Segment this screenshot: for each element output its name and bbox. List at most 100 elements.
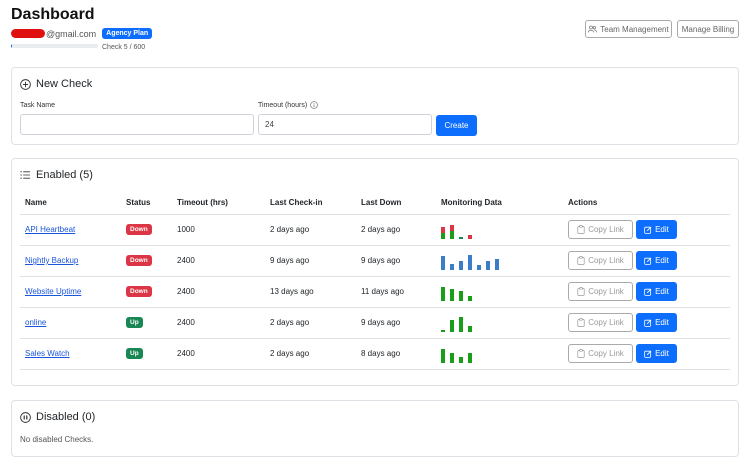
monitoring-bar	[468, 295, 472, 301]
monitoring-sparkbars	[441, 345, 563, 363]
check-name-link[interactable]: Sales Watch	[25, 349, 70, 358]
cell-actions: Copy Link Edit	[563, 245, 730, 277]
table-row: Sales Watch Up 2400 2 days ago 8 days ago Cop…	[20, 338, 730, 370]
monitoring-bar	[441, 286, 445, 301]
check-usage-fill	[11, 44, 12, 48]
create-button[interactable]: Create	[436, 115, 477, 136]
copy-link-button[interactable]: Copy Link	[568, 313, 633, 332]
copy-link-label: Copy Link	[588, 318, 624, 327]
cell-last-down: 11 days ago	[356, 276, 436, 308]
edit-label: Edit	[655, 225, 669, 234]
timeout-label: Timeout (hours)	[258, 101, 318, 109]
info-icon[interactable]	[310, 101, 318, 109]
page-title: Dashboard	[11, 6, 95, 23]
clipboard-icon	[577, 349, 585, 358]
clipboard-icon	[577, 225, 585, 234]
monitoring-bar	[486, 260, 490, 270]
check-usage-text: Check 5 / 600	[102, 44, 146, 51]
people-icon	[588, 25, 598, 33]
cell-last-checkin: 2 days ago	[265, 214, 356, 246]
copy-link-button[interactable]: Copy Link	[568, 220, 633, 239]
monitoring-bar	[459, 260, 463, 270]
edit-icon	[644, 288, 652, 296]
cell-last-down: 8 days ago	[356, 338, 436, 370]
disabled-card: Disabled (0) No disabled Checks.	[11, 400, 739, 457]
user-email: @gmail.com	[46, 28, 97, 39]
copy-link-button[interactable]: Copy Link	[568, 251, 633, 270]
monitoring-sparkbars	[441, 314, 563, 332]
disabled-title: Disabled (0)	[20, 411, 95, 423]
cell-status: Up	[121, 307, 172, 339]
check-name-link[interactable]: API Heartbeat	[25, 225, 75, 234]
edit-icon	[644, 226, 652, 234]
row-actions: Copy Link Edit	[568, 313, 730, 332]
disabled-empty-text: No disabled Checks.	[20, 435, 94, 444]
cell-timeout: 2400	[172, 276, 265, 308]
task-name-input[interactable]	[20, 114, 254, 135]
status-badge: Down	[126, 286, 152, 297]
monitoring-bar	[450, 319, 454, 332]
row-actions: Copy Link Edit	[568, 251, 730, 270]
monitoring-bar	[441, 329, 445, 332]
copy-link-button[interactable]: Copy Link	[568, 282, 633, 301]
column-header-timeout: Timeout (hrs)	[172, 192, 265, 215]
check-name-link[interactable]: Nightly Backup	[25, 256, 78, 265]
timeout-input[interactable]	[258, 114, 432, 135]
row-actions: Copy Link Edit	[568, 344, 730, 363]
cell-timeout: 2400	[172, 307, 265, 339]
edit-icon	[644, 257, 652, 265]
cell-monitoring	[436, 276, 563, 308]
copy-link-label: Copy Link	[588, 225, 624, 234]
check-name-link[interactable]: online	[25, 318, 46, 327]
clipboard-icon	[577, 256, 585, 265]
edit-icon	[644, 319, 652, 327]
cell-monitoring	[436, 338, 563, 370]
monitoring-bar	[441, 348, 445, 363]
copy-link-label: Copy Link	[588, 287, 624, 296]
enabled-title-text: Enabled (5)	[36, 169, 93, 181]
edit-button[interactable]: Edit	[636, 344, 677, 363]
row-actions: Copy Link Edit	[568, 220, 730, 239]
edit-button[interactable]: Edit	[636, 220, 677, 239]
monitoring-bar	[468, 325, 472, 332]
column-header-monitoring: Monitoring Data	[436, 192, 563, 215]
edit-button[interactable]: Edit	[636, 282, 677, 301]
edit-label: Edit	[655, 318, 669, 327]
status-badge: Down	[126, 255, 152, 266]
team-management-button[interactable]: Team Management	[585, 20, 672, 38]
copy-link-button[interactable]: Copy Link	[568, 344, 633, 363]
monitoring-sparkbars	[441, 221, 563, 239]
list-icon	[20, 171, 31, 179]
monitoring-bar	[450, 288, 454, 301]
monitoring-bar	[495, 258, 499, 270]
status-badge: Down	[126, 224, 152, 235]
edit-label: Edit	[655, 287, 669, 296]
cell-name: API Heartbeat	[20, 214, 121, 246]
team-management-label: Team Management	[600, 24, 669, 34]
row-actions: Copy Link Edit	[568, 282, 730, 301]
cell-name: online	[20, 307, 121, 339]
check-name-link[interactable]: Website Uptime	[25, 287, 81, 296]
edit-button[interactable]: Edit	[636, 313, 677, 332]
cell-actions: Copy Link Edit	[563, 214, 730, 246]
status-badge: Up	[126, 348, 143, 359]
monitoring-bar	[477, 264, 481, 270]
enabled-card: Enabled (5) Name Status Timeout (hrs) La…	[11, 158, 739, 386]
cell-status: Down	[121, 276, 172, 308]
cell-last-down: 9 days ago	[356, 307, 436, 339]
edit-button[interactable]: Edit	[636, 251, 677, 270]
timeout-label-text: Timeout (hours)	[258, 101, 308, 109]
monitoring-bar	[459, 236, 463, 239]
cell-actions: Copy Link Edit	[563, 307, 730, 339]
cell-last-down: 9 days ago	[356, 245, 436, 277]
user-email-row: @gmail.com Agency Plan	[11, 28, 153, 39]
table-row: online Up 2400 2 days ago 9 days ago Copy Lin…	[20, 307, 730, 339]
cell-last-down: 2 days ago	[356, 214, 436, 246]
table-header-row: Name Status Timeout (hrs) Last Check-in …	[20, 192, 730, 215]
column-header-last-checkin: Last Check-in	[265, 192, 356, 215]
cell-timeout: 2400	[172, 338, 265, 370]
edit-icon	[644, 350, 652, 358]
manage-billing-button[interactable]: Manage Billing	[677, 20, 739, 38]
copy-link-label: Copy Link	[588, 256, 624, 265]
monitoring-bar	[459, 356, 463, 363]
